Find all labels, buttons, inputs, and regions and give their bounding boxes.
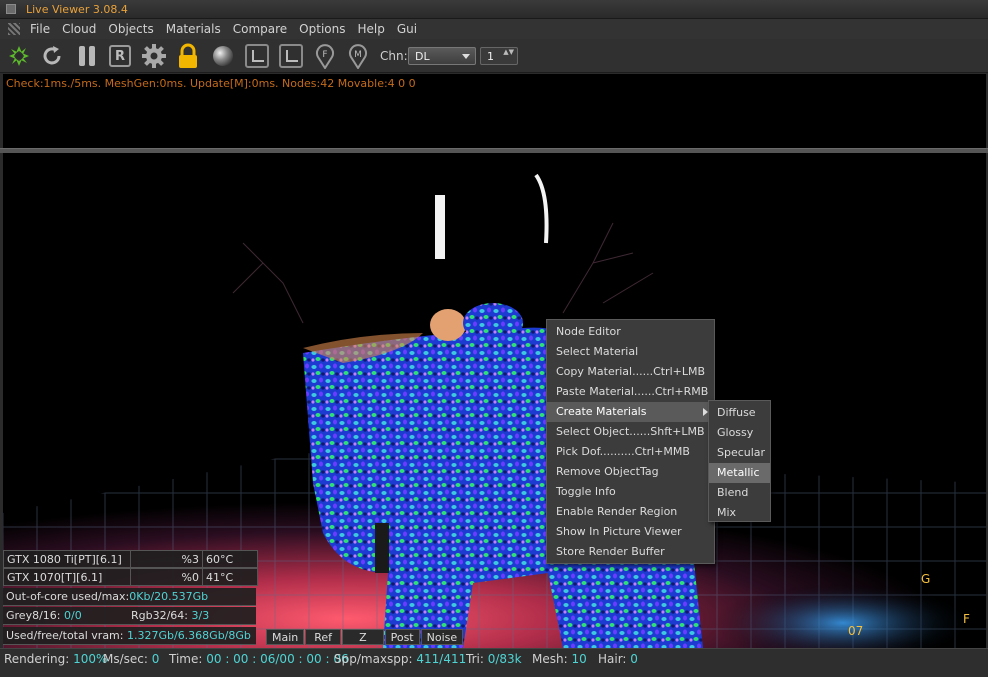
texture-stat: Grey8/16: 0/0 Rgb32/64: 3/3 (3, 607, 256, 625)
channel-value: DL (415, 50, 430, 63)
channel-label: Chn: (380, 49, 408, 63)
menu-materials[interactable]: Materials (162, 22, 229, 36)
tab-ref[interactable]: Ref (305, 629, 342, 645)
out-of-core-stat: Out-of-core used/max:0Kb/20.537Gb (3, 588, 256, 606)
menu-bar: File Cloud Objects Materials Compare Opt… (0, 19, 988, 39)
gpu-usage: %3 (131, 551, 203, 567)
menu-item-select-object[interactable]: Select Object......Shft+LMB (547, 422, 714, 442)
menu-item-select-material[interactable]: Select Material (547, 342, 714, 362)
menu-cloud[interactable]: Cloud (58, 22, 104, 36)
create-materials-submenu: Diffuse Glossy Specular Metallic Blend M… (708, 400, 771, 522)
window-menu-icon[interactable] (6, 4, 16, 14)
menu-options[interactable]: Options (295, 22, 353, 36)
menu-objects[interactable]: Objects (104, 22, 161, 36)
menu-item-paste-material[interactable]: Paste Material......Ctrl+RMB (547, 382, 714, 402)
buffer-tabs: Main Ref Z Post Noise (266, 629, 464, 645)
submenu-item-blend[interactable]: Blend (709, 483, 770, 503)
status-bar: Rendering: 100% Ms/sec: 0 Time: 00 : 00 … (0, 648, 988, 677)
stepper-value: 1 (487, 50, 494, 63)
focus-pin-icon[interactable]: F (312, 43, 338, 69)
region-icon[interactable] (244, 43, 270, 69)
context-menu: Node Editor Select Material Copy Materia… (546, 319, 715, 564)
menu-item-enable-render-region[interactable]: Enable Render Region (547, 502, 714, 522)
stepper-arrows-icon[interactable]: ▲▼ (503, 49, 514, 56)
menu-gui[interactable]: Gui (393, 22, 425, 36)
submenu-item-mix[interactable]: Mix (709, 503, 770, 523)
chevron-down-icon (462, 54, 470, 59)
material-sphere-icon[interactable] (210, 43, 236, 69)
menu-item-remove-objecttag[interactable]: Remove ObjectTag (547, 462, 714, 482)
gpu-name: GTX 1070[T][6.1] (4, 569, 131, 585)
lock-icon[interactable] (175, 43, 201, 69)
gpu-name: GTX 1080 Ti[PT][6.1] (4, 551, 131, 567)
mesh-status: Mesh: 10 (532, 652, 587, 666)
svg-text:M: M (354, 50, 362, 60)
spp-status: Spp/maxspp: 411/411 (334, 652, 467, 666)
timing-stats: Check:1ms./5ms. MeshGen:0ms. Update[M]:0… (6, 77, 416, 90)
material-pin-icon[interactable]: M (345, 43, 371, 69)
ms-per-sec-status: Ms/sec: 0 (103, 652, 160, 666)
menu-item-toggle-info[interactable]: Toggle Info (547, 482, 714, 502)
tri-status: Tri: 0/83k (466, 652, 522, 666)
svg-text:F: F (963, 612, 970, 626)
menu-item-node-editor[interactable]: Node Editor (547, 322, 714, 342)
time-status: Time: 00 : 00 : 06/00 : 00 : 06 (169, 652, 349, 666)
octane-logo-icon[interactable] (6, 43, 32, 69)
gear-icon[interactable] (141, 43, 167, 69)
film-region-icon[interactable] (278, 43, 304, 69)
gpu-temp: 41°C (206, 571, 234, 584)
menu-item-copy-material[interactable]: Copy Material......Ctrl+LMB (547, 362, 714, 382)
gpu-usage: %0 (131, 569, 203, 585)
channel-select[interactable]: DL (408, 47, 476, 65)
submenu-item-metallic[interactable]: Metallic (709, 463, 770, 483)
grip-icon (8, 23, 20, 35)
restart-icon[interactable]: R (107, 43, 133, 69)
svg-text:F: F (322, 50, 327, 60)
menu-item-show-in-picture-viewer[interactable]: Show In Picture Viewer (547, 522, 714, 542)
menu-item-pick-dof[interactable]: Pick Dof..........Ctrl+MMB (547, 442, 714, 462)
svg-text:07: 07 (848, 624, 863, 638)
channel-number-stepper[interactable]: 1 ▲▼ (480, 47, 518, 65)
menu-file[interactable]: File (26, 22, 58, 36)
vram-stat: Used/free/total vram: 1.327Gb/6.368Gb/8G… (3, 627, 256, 645)
refresh-icon[interactable] (39, 43, 65, 69)
tab-z[interactable]: Z (342, 629, 384, 645)
menu-item-store-render-buffer[interactable]: Store Render Buffer (547, 542, 714, 562)
submenu-item-specular[interactable]: Specular (709, 443, 770, 463)
title-bar: Live Viewer 3.08.4 (0, 0, 988, 19)
hair-status: Hair: 0 (598, 652, 638, 666)
info-panel: Check:1ms./5ms. MeshGen:0ms. Update[M]:0… (3, 74, 986, 148)
gpu-temp: 60°C (206, 553, 234, 566)
gpu-row: GTX 1080 Ti[PT][6.1] %3 60°C (3, 550, 258, 568)
submenu-item-diffuse[interactable]: Diffuse (709, 403, 770, 423)
submenu-item-glossy[interactable]: Glossy (709, 423, 770, 443)
menu-item-create-materials[interactable]: Create Materials (547, 402, 714, 422)
svg-text:G: G (921, 572, 930, 586)
tab-noise[interactable]: Noise (420, 629, 464, 645)
menu-help[interactable]: Help (353, 22, 392, 36)
gpu-row: GTX 1070[T][6.1] %0 41°C (3, 568, 258, 586)
pause-icon[interactable] (74, 43, 100, 69)
window-title: Live Viewer 3.08.4 (26, 3, 128, 16)
tab-main[interactable]: Main (266, 629, 305, 645)
menu-compare[interactable]: Compare (229, 22, 295, 36)
rendering-status: Rendering: 100% (4, 652, 108, 666)
tab-post[interactable]: Post (384, 629, 420, 645)
